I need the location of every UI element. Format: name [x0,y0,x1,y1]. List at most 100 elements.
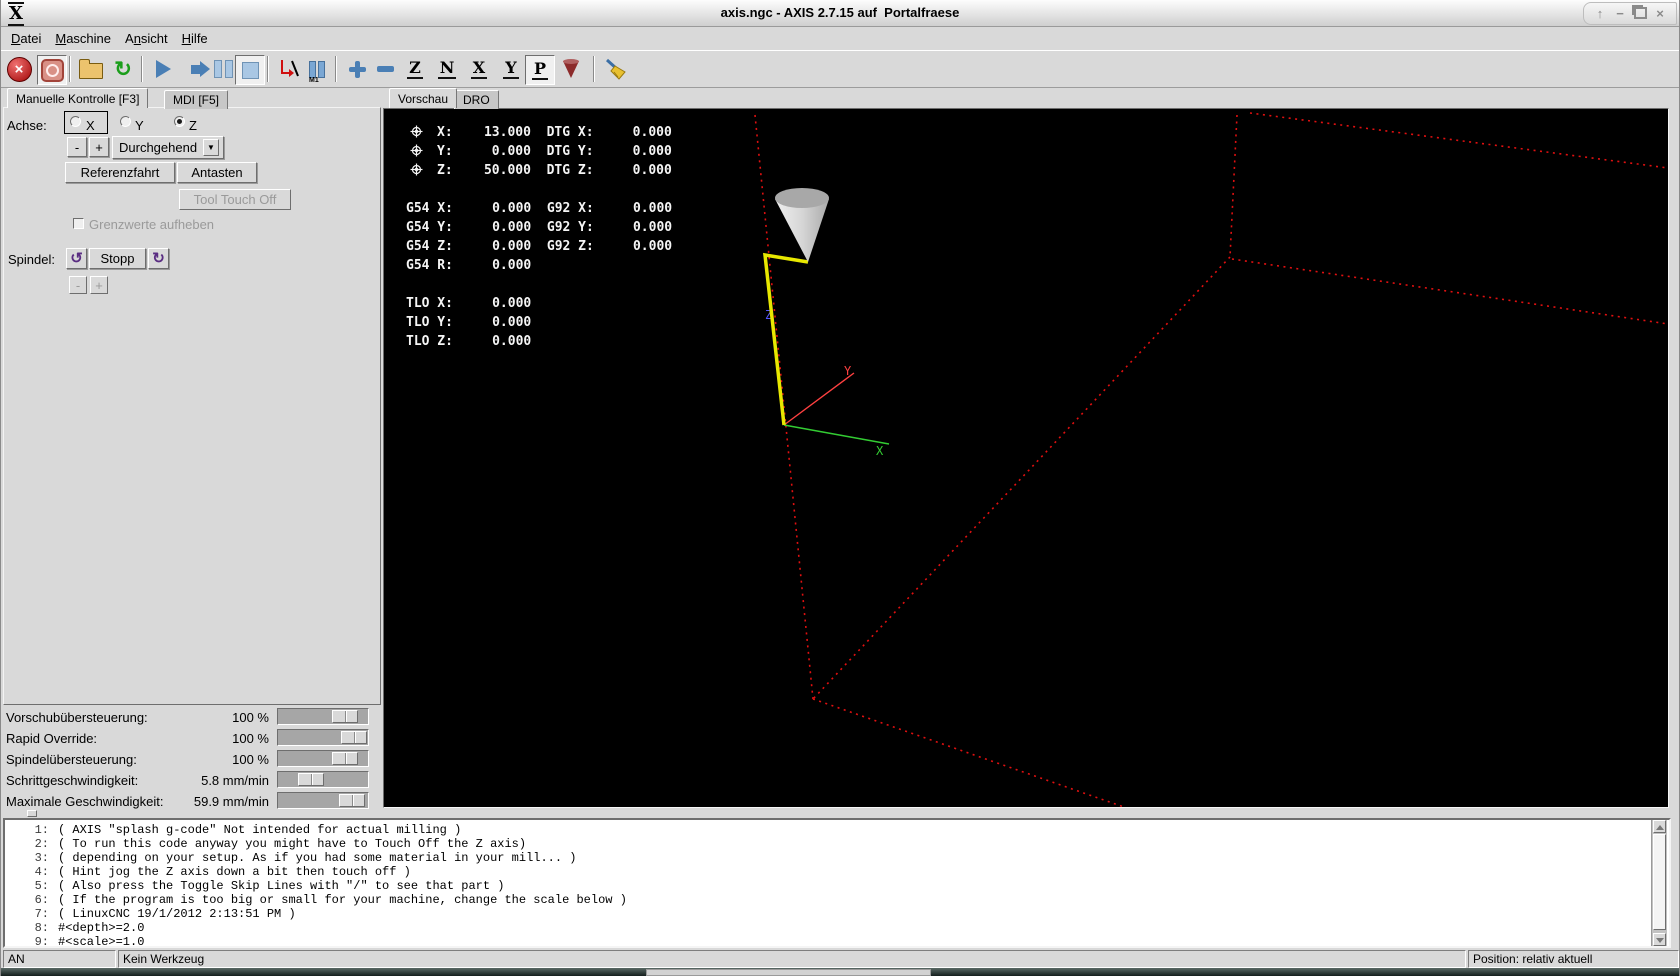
slider-value: 100 % [232,731,269,746]
step-button[interactable] [181,55,210,83]
spindle-cw-icon: ↻ [152,250,165,267]
dro-text: Z: 50.000 DTG Z: 0.000 [437,163,672,178]
play-icon [155,60,171,78]
slider-track[interactable] [277,729,369,746]
jog-plus-button[interactable]: + [89,137,109,157]
radio-axis-z[interactable] [174,116,185,127]
slider-thumb[interactable] [339,794,366,807]
slider-thumb[interactable] [297,773,324,786]
dro-line [406,180,672,199]
menu-item[interactable]: Hilfe [175,29,215,48]
gcode-listing[interactable]: 1: ( AXIS "splash g-code" Not intended f… [3,818,1671,948]
optional-stop-button[interactable]: M1 [303,55,331,84]
view-perspective-button[interactable]: P [525,55,555,85]
spindle-label: Spindel: [8,252,55,267]
scrollbar-thumb[interactable] [1653,834,1666,930]
radio-axis-y[interactable] [120,116,131,127]
gcode-line: 4: ( Hint jog the Z axis down a bit then… [5,865,1669,879]
slider-value: 100 % [232,752,269,767]
gcode-line-text: #<depth>=2.0 [58,921,145,935]
gcode-line-number: 8: [34,921,49,935]
gcode-line-text: ( AXIS "splash g-code" Not intended for … [58,823,462,837]
titlebar[interactable]: X axis.ngc - AXIS 2.7.15 auf Portalfraes… [1,0,1679,27]
spindle-ccw-button[interactable]: ↺ [66,248,87,269]
run-button[interactable] [149,55,177,83]
scroll-up-arrow[interactable] [1653,820,1666,833]
reload-button[interactable]: ↻ [109,55,137,83]
toolbar-separator [267,56,269,82]
gcode-line: 7: ( LinuxCNC 19/1/2012 2:13:51 PM ) [5,907,1669,921]
view-y-icon: Y [503,57,519,79]
maximize-button[interactable] [1630,5,1650,21]
zoom-out-button[interactable] [371,55,399,83]
slider-track[interactable] [277,708,369,725]
radio-axis-x[interactable] [70,116,81,127]
jog-mode-dropdown[interactable]: Durchgehend ▼ [112,136,224,159]
homed-icon [406,123,437,142]
gcode-line: 2: ( To run this code anyway you might h… [5,837,1669,851]
axis-x-label: X [876,444,884,458]
slider-track[interactable] [277,792,369,809]
power-icon [40,58,64,82]
spindle-cw-button[interactable]: ↻ [148,248,169,269]
maximize-icon [1631,5,1647,19]
view-z2-button[interactable]: N [433,55,461,83]
view-x-button[interactable]: X [465,55,493,83]
gcode-line-number: 6: [34,893,49,907]
view-z-button[interactable]: Z [401,55,429,83]
dro-line: G54 X: 0.000 G92 X: 0.000 [406,199,672,218]
menu-item[interactable]: Maschine [48,29,118,48]
estop-icon: × [6,56,32,82]
toolbar-separator [335,56,337,82]
gcode-line-number: 3: [34,851,49,865]
tab-preview[interactable]: Vorschau [389,88,458,108]
slider-thumb[interactable] [332,710,359,723]
override-limits-label: Grenzwerte aufheben [89,217,215,232]
spindle-plus-button: + [90,276,108,294]
zoom-in-button[interactable] [343,55,371,83]
slider-value: 5.8 mm/min [201,773,269,788]
toolbar-separator [141,56,143,82]
homed-icon [406,142,437,161]
slider-track[interactable] [277,750,369,767]
menu-item[interactable]: Datei [4,29,48,48]
dro-text: G54 Z: 0.000 G92 Z: 0.000 [406,239,673,254]
dro-readout: X: 13.000 DTG X: 0.000 Y: 0.000 DTG Y: 0… [406,123,672,351]
view-p-icon: P [531,58,549,80]
jog-minus-button[interactable]: - [67,137,87,157]
clear-plot-button[interactable] [601,55,629,83]
tab-mdi[interactable]: MDI [F5] [164,90,229,109]
estop-button[interactable]: × [5,55,33,83]
slider-row: Schrittgeschwindigkeit: 5.8 mm/min [1,770,381,791]
close-button[interactable]: × [1650,6,1670,21]
stop-button[interactable] [235,55,265,85]
shade-button[interactable]: ↑ [1590,6,1610,21]
reload-icon: ↻ [114,57,132,81]
gcode-line: 9: #<scale>=1.0 [5,935,1669,946]
minimize-button[interactable]: − [1610,6,1630,21]
statusbar: AN Kein Werkzeug Position: relativ aktue… [1,950,1679,968]
slider-track[interactable] [277,771,369,788]
tab-manual-control[interactable]: Manuelle Kontrolle [F3] [7,88,149,108]
spindle-stop-button[interactable]: Stopp [89,248,146,269]
gcode-scrollbar[interactable] [1651,820,1667,946]
slider-thumb[interactable] [341,731,367,744]
preview-canvas[interactable]: Y X Z X: 13.000 DTG X: 0.000 Y: 0.000 DT… [383,108,1669,808]
sash-grip[interactable] [27,810,37,817]
menu-item[interactable]: Ansicht [118,29,175,48]
pause-button[interactable] [209,55,237,83]
scroll-down-arrow[interactable] [1653,933,1666,946]
gcode-line-text: ( LinuxCNC 19/1/2012 2:13:51 PM ) [58,907,296,921]
toggle-skip-lines-button[interactable] [275,55,303,83]
open-file-button[interactable] [77,55,105,83]
touch-off-button[interactable]: Antasten [177,162,257,183]
machine-power-button[interactable] [37,55,67,85]
dro-text: TLO X: 0.000 [406,296,532,311]
slider-thumb[interactable] [332,752,359,765]
view-y-button[interactable]: Y [497,55,525,83]
toolbar-separator [593,56,595,82]
dro-text: X: 13.000 DTG X: 0.000 [437,125,672,140]
tab-dro[interactable]: DRO [454,90,499,109]
home-axis-button[interactable]: Referenzfahrt [65,162,175,183]
rotate-button[interactable] [557,55,585,83]
